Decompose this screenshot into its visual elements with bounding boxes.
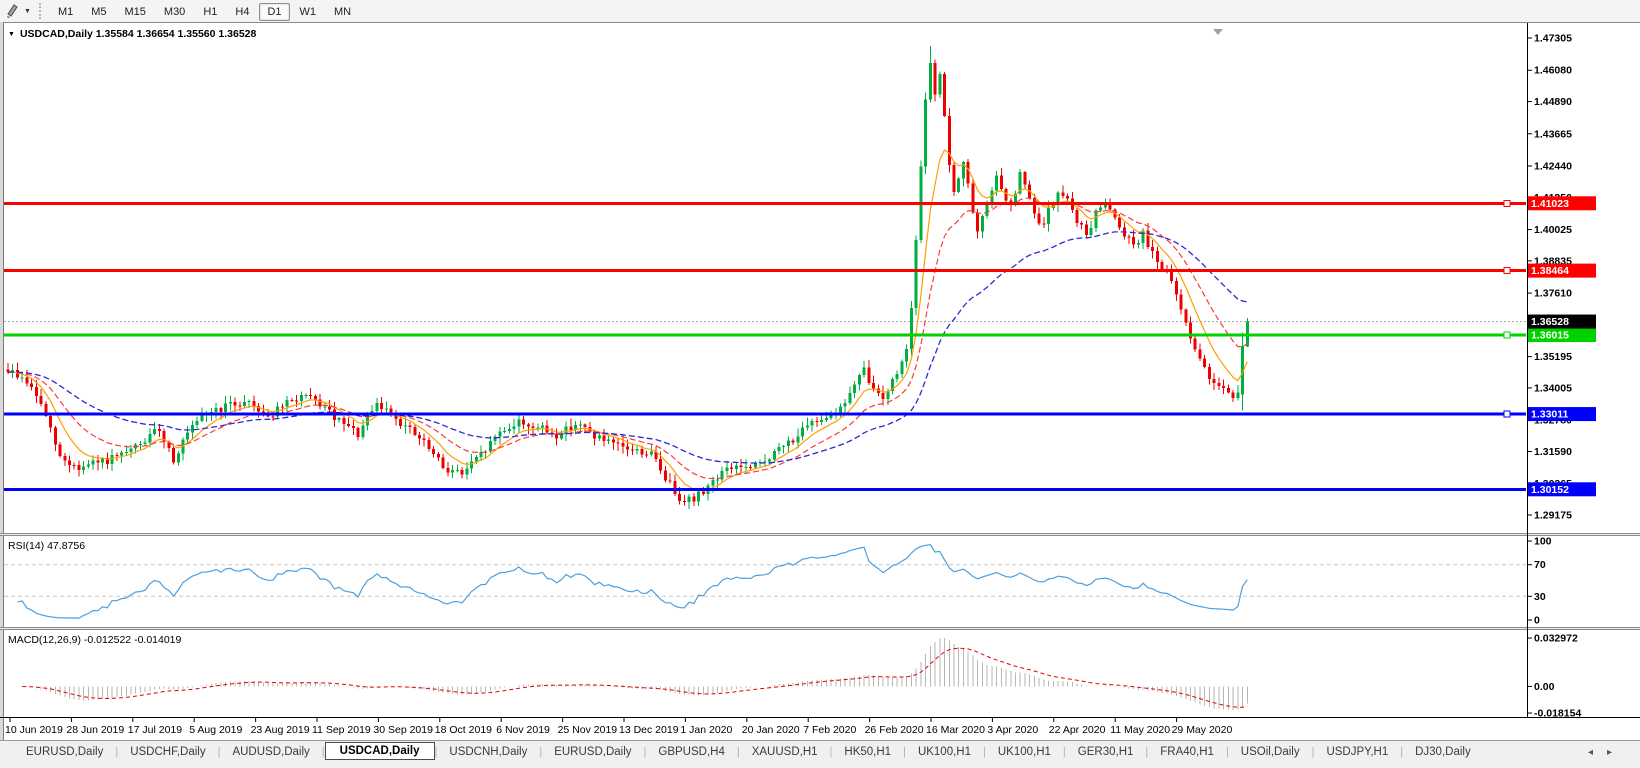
timeframe-h1[interactable]: H1 (195, 3, 225, 21)
timeframe-d1[interactable]: D1 (259, 2, 290, 21)
svg-text:1.47305: 1.47305 (1534, 33, 1572, 45)
tab-uk100-h1[interactable]: UK100,H1 (986, 744, 1063, 760)
svg-text:1.30152: 1.30152 (1531, 484, 1569, 496)
svg-text:16 Mar 2020: 16 Mar 2020 (926, 724, 985, 736)
timeframe-m5[interactable]: M5 (83, 3, 114, 21)
svg-text:1.34005: 1.34005 (1534, 382, 1572, 394)
tab-scroll-arrows[interactable]: ◂▸ (1588, 747, 1626, 758)
svg-text:10 Jun 2019: 10 Jun 2019 (5, 724, 63, 736)
svg-text:7 Feb 2020: 7 Feb 2020 (803, 724, 856, 736)
level-marker[interactable] (1503, 199, 1511, 207)
svg-text:0.00: 0.00 (1534, 681, 1555, 693)
timeframe-m15[interactable]: M15 (117, 3, 154, 21)
svg-text:25 Nov 2019: 25 Nov 2019 (558, 724, 618, 736)
svg-text:11 Sep 2019: 11 Sep 2019 (312, 724, 371, 736)
svg-text:1.31590: 1.31590 (1534, 446, 1572, 458)
tab-eurusd-daily[interactable]: EURUSD,Daily (542, 744, 643, 760)
svg-text:1.46080: 1.46080 (1534, 65, 1572, 77)
svg-text:13 Dec 2019: 13 Dec 2019 (619, 724, 679, 736)
toolbar-grip[interactable] (38, 3, 41, 19)
svg-text:1.35195: 1.35195 (1534, 351, 1572, 363)
svg-text:0: 0 (1534, 615, 1540, 627)
svg-text:1.37610: 1.37610 (1534, 288, 1572, 300)
svg-text:-0.018154: -0.018154 (1534, 708, 1581, 720)
tab-usdcnh-daily[interactable]: USDCNH,Daily (437, 744, 539, 760)
timeframe-m30[interactable]: M30 (156, 3, 193, 21)
tab-fra40-h1[interactable]: FRA40,H1 (1148, 744, 1226, 760)
tab-gbpusd-h4[interactable]: GBPUSD,H4 (646, 744, 736, 760)
svg-text:0.032972: 0.032972 (1534, 633, 1578, 645)
tab-audusd-daily[interactable]: AUDUSD,Daily (220, 744, 321, 760)
svg-text:1.29175: 1.29175 (1534, 510, 1572, 522)
svg-text:5 Aug 2019: 5 Aug 2019 (189, 724, 242, 736)
chart-title: ▼ USDCAD,Daily 1.35584 1.36654 1.35560 1.… (8, 28, 256, 40)
svg-text:28 Jun 2019: 28 Jun 2019 (66, 724, 124, 736)
svg-text:1.38464: 1.38464 (1531, 265, 1569, 277)
svg-text:20 Jan 2020: 20 Jan 2020 (742, 724, 800, 736)
tab-xauusd-h1[interactable]: XAUUSD,H1 (740, 744, 830, 760)
mt4-window: ▼ M1 M5 M15 M30 H1 H4 D1 W1 MN 1.47305 1.46080 1.4… (0, 0, 1640, 768)
svg-text:22 Apr 2020: 22 Apr 2020 (1049, 724, 1106, 736)
svg-text:1.42440: 1.42440 (1534, 160, 1572, 172)
svg-text:1.40025: 1.40025 (1534, 224, 1572, 236)
tab-uk100-h1[interactable]: UK100,H1 (906, 744, 983, 760)
svg-text:3 Apr 2020: 3 Apr 2020 (987, 724, 1038, 736)
svg-text:1.36528: 1.36528 (1531, 316, 1569, 328)
timeframe-h4[interactable]: H4 (227, 3, 257, 21)
timeframe-m1[interactable]: M1 (50, 3, 81, 21)
svg-text:1 Jan 2020: 1 Jan 2020 (680, 724, 732, 736)
svg-text:17 Jul 2019: 17 Jul 2019 (128, 724, 182, 736)
level-marker[interactable] (1503, 267, 1511, 275)
level-marker[interactable] (1503, 410, 1511, 418)
tab-eurusd-daily[interactable]: EURUSD,Daily (14, 744, 115, 760)
chart-tab-bar: EURUSD,Daily | USDCHF,Daily | AUDUSD,Daily | U… (0, 740, 1640, 768)
tab-hk50-h1[interactable]: HK50,H1 (832, 744, 903, 760)
tab-ger30-h1[interactable]: GER30,H1 (1066, 744, 1146, 760)
svg-text:1.43665: 1.43665 (1534, 128, 1572, 140)
chart-menu-icon[interactable]: ▼ (8, 31, 15, 38)
cursor-tool-icon[interactable] (2, 2, 24, 20)
svg-text:1.33011: 1.33011 (1531, 409, 1569, 421)
chart-canvas[interactable]: 1.473051.460801.448901.436651.424401.412… (0, 22, 1640, 740)
tab-usdcad-daily[interactable]: USDCAD,Daily (324, 742, 435, 760)
svg-text:6 Nov 2019: 6 Nov 2019 (496, 724, 550, 736)
tab-dj30-daily[interactable]: DJ30,Daily (1403, 744, 1483, 760)
svg-text:30 Sep 2019: 30 Sep 2019 (373, 724, 433, 736)
rsi-indicator-label: RSI(14) 47.8756 (8, 540, 86, 552)
svg-text:11 May 2020: 11 May 2020 (1110, 724, 1170, 736)
svg-text:100: 100 (1534, 536, 1552, 548)
svg-text:70: 70 (1534, 559, 1546, 571)
timeframe-toolbar: ▼ M1 M5 M15 M30 H1 H4 D1 W1 MN (0, 0, 1640, 23)
timeframe-mn[interactable]: MN (326, 3, 359, 21)
tab-usoil-daily[interactable]: USOil,Daily (1229, 744, 1312, 760)
macd-indicator-label: MACD(12,26,9) -0.012522 -0.014019 (8, 634, 182, 646)
chart-title-text: USDCAD,Daily 1.35584 1.36654 1.35560 1.3… (19, 28, 257, 40)
timeframe-w1[interactable]: W1 (292, 3, 325, 21)
level-marker[interactable] (1503, 331, 1511, 339)
dropdown-caret-icon[interactable]: ▼ (24, 8, 31, 15)
svg-text:1.44890: 1.44890 (1534, 96, 1572, 108)
svg-text:1.41023: 1.41023 (1531, 198, 1569, 210)
svg-text:26 Feb 2020: 26 Feb 2020 (865, 724, 924, 736)
svg-text:1.36015: 1.36015 (1531, 330, 1569, 342)
svg-text:30: 30 (1534, 591, 1546, 603)
svg-text:29 May 2020: 29 May 2020 (1172, 724, 1233, 736)
svg-text:18 Oct 2019: 18 Oct 2019 (435, 724, 492, 736)
tab-usdjpy-h1[interactable]: USDJPY,H1 (1314, 744, 1400, 760)
timeframe-buttons: M1 M5 M15 M30 H1 H4 D1 W1 MN (49, 2, 360, 21)
tab-usdchf-daily[interactable]: USDCHF,Daily (118, 744, 217, 760)
svg-text:23 Aug 2019: 23 Aug 2019 (251, 724, 310, 736)
